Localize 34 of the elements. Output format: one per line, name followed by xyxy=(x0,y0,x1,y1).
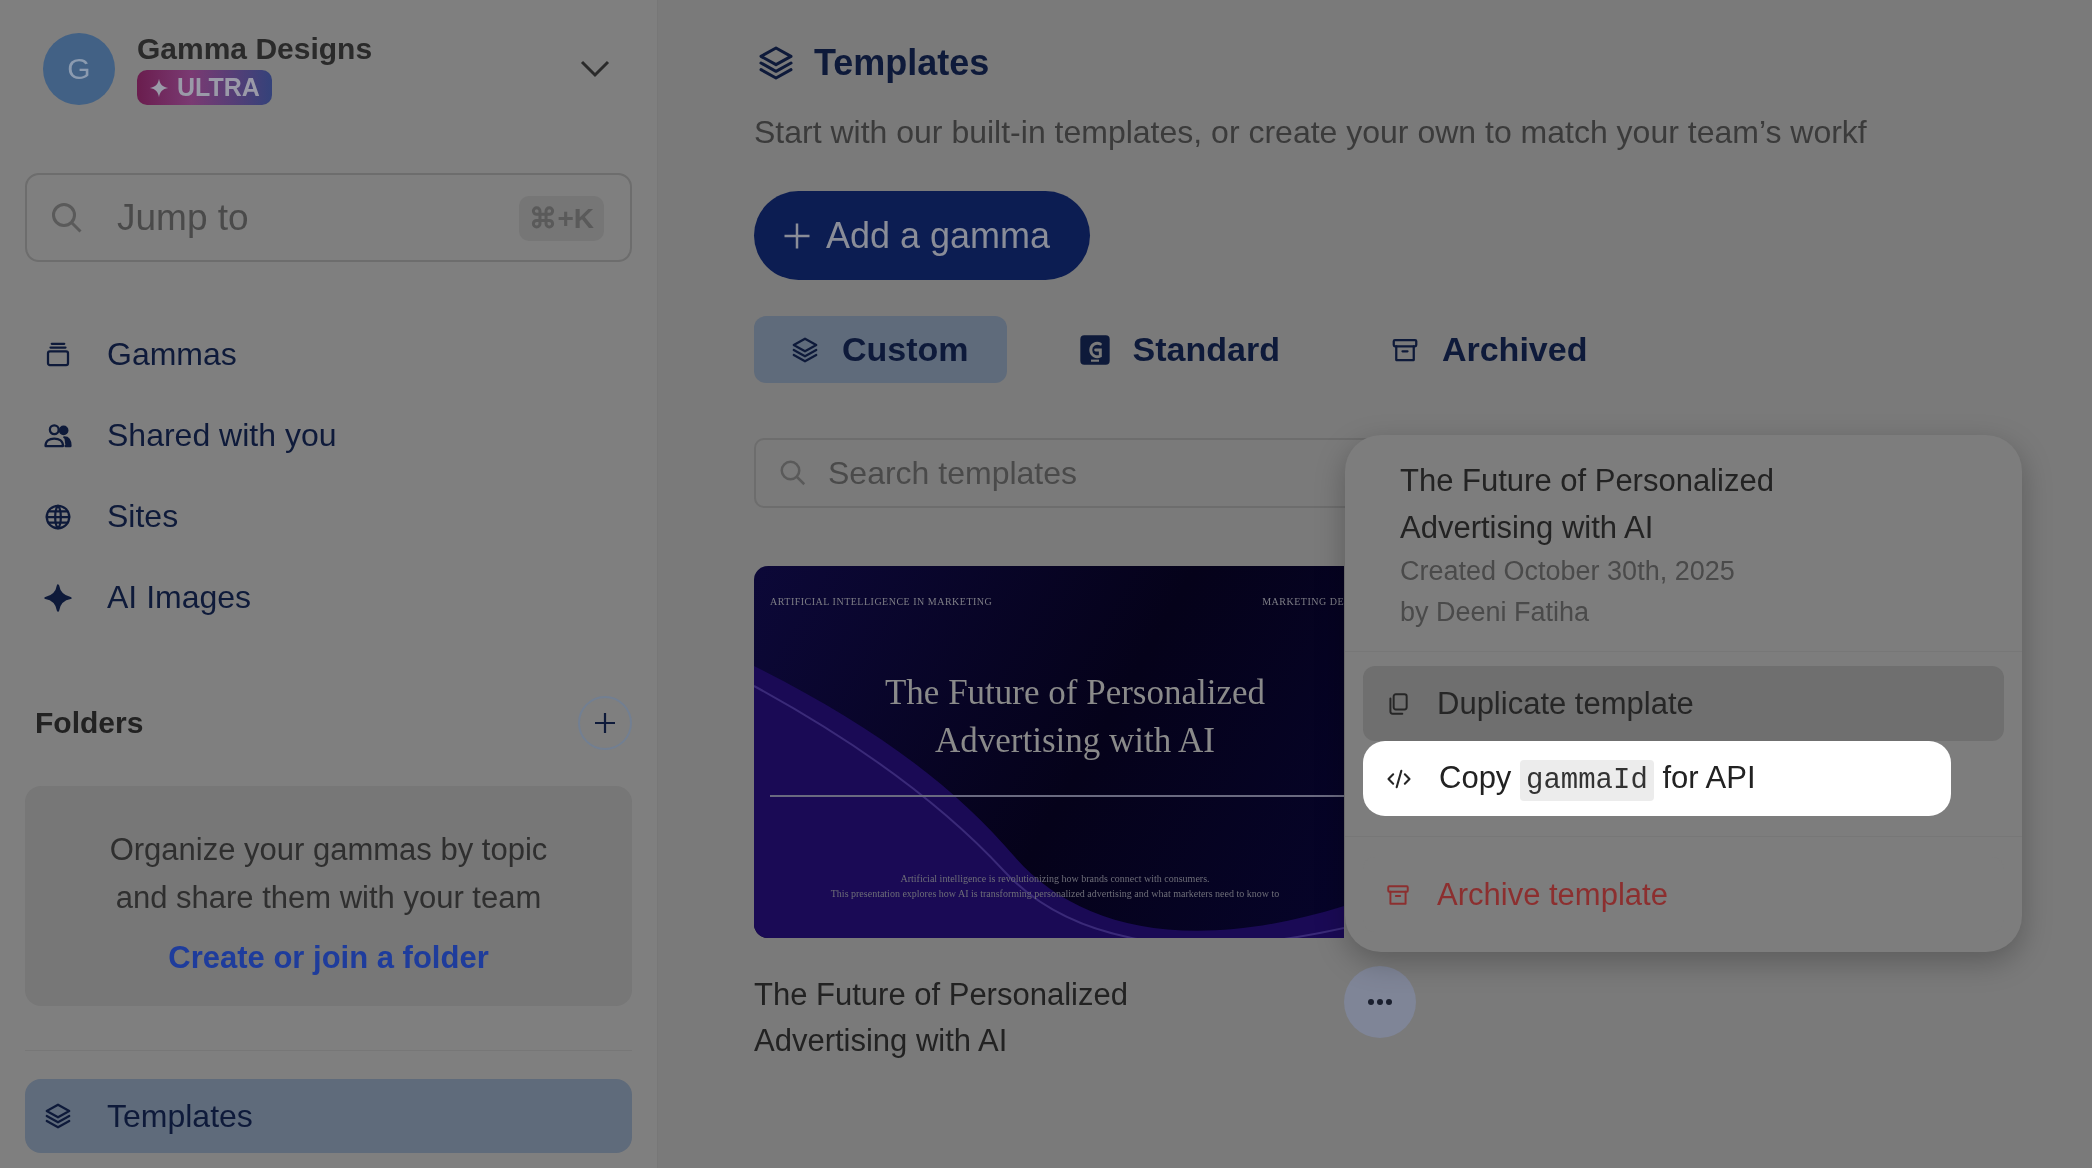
slide-thumbnail[interactable] xyxy=(754,566,1344,938)
nav-item[interactable]: Gammas xyxy=(25,314,632,395)
nav-item[interactable]: Sites xyxy=(25,476,632,557)
tab[interactable]: Archived xyxy=(1353,316,1626,383)
add-gamma-button[interactable]: Add a gamma xyxy=(754,191,1091,280)
layers-icon xyxy=(43,1101,73,1131)
chevron-down-icon[interactable] xyxy=(580,59,610,78)
plan-badge: ULTRA xyxy=(137,70,272,105)
create-folder-link[interactable]: Create or join a folder xyxy=(168,940,489,976)
add-folder-button[interactable] xyxy=(578,696,632,750)
page-subtitle: Start with our built-in templates, or create your own to match your team’s workf xyxy=(754,114,1868,151)
logo-icon xyxy=(1078,333,1111,366)
workspace-name: Gamma Designs xyxy=(137,32,374,66)
page-title: Templates xyxy=(814,42,990,84)
sparkle-icon xyxy=(43,582,73,613)
folders-heading: Folders xyxy=(35,706,144,740)
slide-corner-text: MARKETING DE xyxy=(1262,596,1344,607)
slide-text: This presentation explores how AI is transforming personalized advertising and what marketers need to know to xyxy=(829,888,1281,899)
plus-icon xyxy=(593,711,617,735)
more-icon xyxy=(1367,998,1393,1006)
nav-item[interactable]: Shared with you xyxy=(25,395,632,476)
avatar[interactable]: G xyxy=(43,32,115,105)
empty-message: Organize your gammas by topic and share them with your team xyxy=(108,831,549,917)
slide-eyebrow: ARTIFICIAL INTELLIGENCE IN MARKETING xyxy=(770,596,993,607)
slide-text: Artificial intelligence is revolutionizing how brands connect with consumers. xyxy=(899,873,1211,884)
search-icon xyxy=(778,458,808,488)
slide-heading: The Future of Personalized Advertising with AI xyxy=(884,672,1266,762)
template-title[interactable]: The Future of Personalized Advertising with AI xyxy=(754,938,1344,1064)
menu-item[interactable]: Copy gammaId for API xyxy=(1363,741,1951,816)
menu-item[interactable]: Duplicate template xyxy=(1363,666,2004,741)
tab[interactable]: Standard xyxy=(1042,316,1318,383)
tab[interactable]: Custom xyxy=(754,316,1007,383)
nav-item[interactable]: Templates xyxy=(25,1079,632,1153)
nav-item[interactable]: AI Images xyxy=(25,557,632,638)
